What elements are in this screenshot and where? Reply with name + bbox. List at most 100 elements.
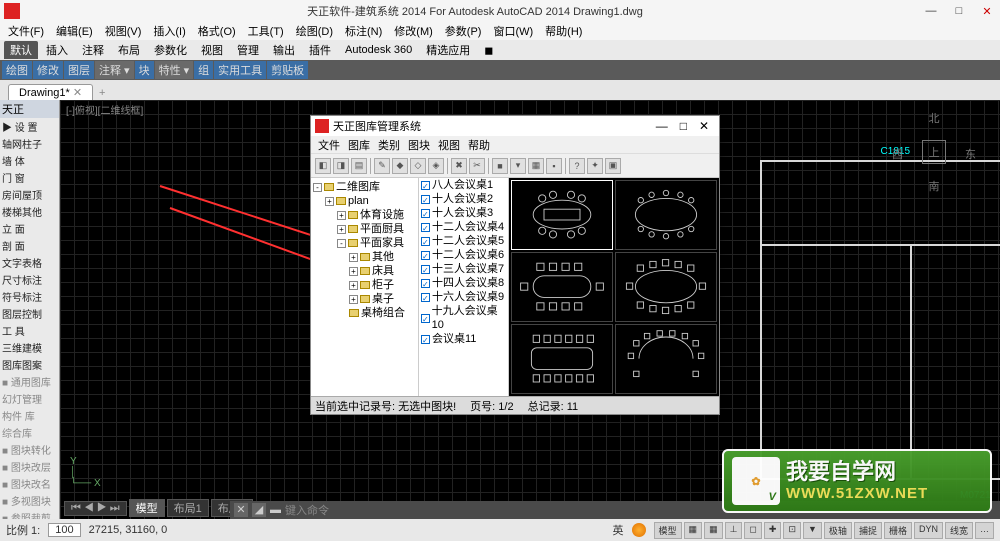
compass-south[interactable]: 南 [892, 178, 976, 194]
panel-annot[interactable]: 注释 ▾ [95, 61, 134, 79]
thumb-6[interactable] [615, 324, 717, 394]
toolbar-button[interactable]: ▤ [351, 158, 367, 174]
category-tree[interactable]: -二维图库+plan+体育设施+平面厨具-平面家具+其他+床具+柜子+桌子桌椅组… [311, 178, 419, 396]
side-item[interactable]: 综合库 [0, 424, 59, 441]
tab-insert[interactable]: 插入 [40, 41, 74, 59]
toolbar-button[interactable]: ✦ [587, 158, 603, 174]
list-item[interactable]: 十三人会议桌7 [419, 262, 508, 276]
status-toggle[interactable]: ▼ [803, 522, 822, 539]
thumbnail-grid[interactable] [509, 178, 719, 396]
panel-clipboard[interactable]: 剪贴板 [267, 61, 308, 79]
menu-dim[interactable]: 标注(N) [341, 23, 386, 39]
list-item[interactable]: 十六人会议桌9 [419, 290, 508, 304]
status-toggle[interactable]: ▦ [684, 522, 703, 539]
side-item[interactable]: 剖 面 [0, 237, 59, 254]
dmenu-file[interactable]: 文件 [315, 137, 343, 153]
tab-default[interactable]: 默认 [4, 41, 38, 59]
side-item[interactable]: 三维建模 [0, 339, 59, 356]
list-item[interactable]: 十二人会议桌4 [419, 220, 508, 234]
doc-tab-add[interactable]: + [93, 86, 111, 100]
thumb-2[interactable] [615, 180, 717, 250]
tree-node[interactable]: -二维图库 [313, 180, 416, 194]
status-toggle[interactable]: ▦ [704, 522, 723, 539]
tree-node[interactable]: +柜子 [313, 278, 416, 292]
status-toggle[interactable]: ⊡ [783, 522, 801, 539]
status-toggle[interactable]: ⊥ [725, 522, 743, 539]
side-item[interactable]: 符号标注 [0, 288, 59, 305]
cmd-close-icon[interactable]: ✕ [234, 503, 248, 517]
compass-west[interactable]: 西 [892, 146, 903, 162]
side-item[interactable]: 房间屋顶 [0, 186, 59, 203]
panel-modify[interactable]: 修改 [33, 61, 63, 79]
tab-a360[interactable]: Autodesk 360 [339, 43, 418, 57]
ime-indicator[interactable]: 英 [613, 522, 624, 538]
status-toggle[interactable]: … [975, 522, 994, 539]
status-toggle[interactable]: DYN [914, 522, 943, 539]
ime-icon[interactable] [632, 523, 646, 537]
toolbar-button[interactable]: ◧ [315, 158, 331, 174]
tab-annotate[interactable]: 注释 [76, 41, 110, 59]
panel-draw[interactable]: 绘图 [2, 61, 32, 79]
status-toggle[interactable]: ✚ [764, 522, 782, 539]
menu-edit[interactable]: 编辑(E) [52, 23, 97, 39]
dialog-close[interactable]: ✕ [693, 119, 715, 133]
cmd-expand-icon[interactable]: ◢ [252, 503, 266, 517]
side-item[interactable]: 构件 库 [0, 407, 59, 424]
dialog-maximize[interactable]: □ [674, 119, 693, 133]
thumb-5[interactable] [511, 324, 613, 394]
panel-layers[interactable]: 图层 [64, 61, 94, 79]
toolbar-button[interactable]: ✖ [451, 158, 467, 174]
status-toggle[interactable]: ◻ [744, 522, 761, 539]
menu-view[interactable]: 视图(V) [101, 23, 146, 39]
toolbar-button[interactable]: ▪ [546, 158, 562, 174]
menu-draw[interactable]: 绘图(D) [292, 23, 337, 39]
side-item[interactable]: ■ 图块改层 [0, 458, 59, 475]
tab-manage[interactable]: 管理 [231, 41, 265, 59]
compass-top[interactable]: 上 [922, 140, 946, 164]
side-item[interactable]: 墙 体 [0, 152, 59, 169]
side-item[interactable]: 尺寸标注 [0, 271, 59, 288]
tree-node[interactable]: +桌子 [313, 292, 416, 306]
status-toggle[interactable]: 模型 [654, 522, 682, 539]
dmenu-block[interactable]: 图块 [405, 137, 433, 153]
side-item[interactable]: ■ 参照裁剪 [0, 509, 59, 519]
dialog-title-bar[interactable]: 天正图库管理系统 — □ ✕ [311, 116, 719, 136]
toolbar-button[interactable]: ◈ [428, 158, 444, 174]
status-toggle[interactable]: 线宽 [945, 522, 973, 539]
scale-value[interactable]: 100 [48, 523, 80, 537]
menu-insert[interactable]: 插入(I) [149, 23, 189, 39]
tree-node[interactable]: +体育设施 [313, 208, 416, 222]
tree-node[interactable]: +平面厨具 [313, 222, 416, 236]
menu-format[interactable]: 格式(O) [194, 23, 240, 39]
panel-utils[interactable]: 实用工具 [214, 61, 266, 79]
tab-param[interactable]: 参数化 [148, 41, 193, 59]
doc-tab-drawing1[interactable]: Drawing1* ✕ [8, 84, 93, 100]
menu-file[interactable]: 文件(F) [4, 23, 48, 39]
toolbar-button[interactable]: ✎ [374, 158, 390, 174]
toolbar-button[interactable]: ? [569, 158, 585, 174]
menu-param[interactable]: 参数(P) [441, 23, 486, 39]
status-toggle[interactable]: 极轴 [824, 522, 852, 539]
compass-east[interactable]: 东 [965, 146, 976, 162]
toolbar-button[interactable]: ◆ [392, 158, 408, 174]
thumb-4[interactable] [615, 252, 717, 322]
side-item[interactable]: 门 窗 [0, 169, 59, 186]
toolbar-button[interactable]: ▦ [528, 158, 544, 174]
tab-view[interactable]: 视图 [195, 41, 229, 59]
layout-nav[interactable]: ⏮ ◀ ▶ ⏭ [64, 501, 127, 516]
tree-node[interactable]: +plan [313, 194, 416, 208]
toolbar-button[interactable]: ◨ [333, 158, 349, 174]
side-item[interactable]: ▶ 设 置 [0, 118, 59, 135]
toolbar-button[interactable]: ■ [492, 158, 508, 174]
status-toggle[interactable]: 捕捉 [854, 522, 882, 539]
side-item[interactable]: 轴网柱子 [0, 135, 59, 152]
side-item[interactable]: ■ 图块转化 [0, 441, 59, 458]
minimize-button[interactable]: — [922, 5, 940, 18]
close-button[interactable]: ✕ [978, 5, 996, 18]
menu-modify[interactable]: 修改(M) [390, 23, 437, 39]
block-list[interactable]: 八人会议桌1十人会议桌2十人会议桌3十二人会议桌4十二人会议桌5十二人会议桌6十… [419, 178, 509, 396]
tree-node[interactable]: +床具 [313, 264, 416, 278]
tab-plugin[interactable]: 插件 [303, 41, 337, 59]
dmenu-view[interactable]: 视图 [435, 137, 463, 153]
tree-node[interactable]: 桌椅组合 [313, 306, 416, 320]
